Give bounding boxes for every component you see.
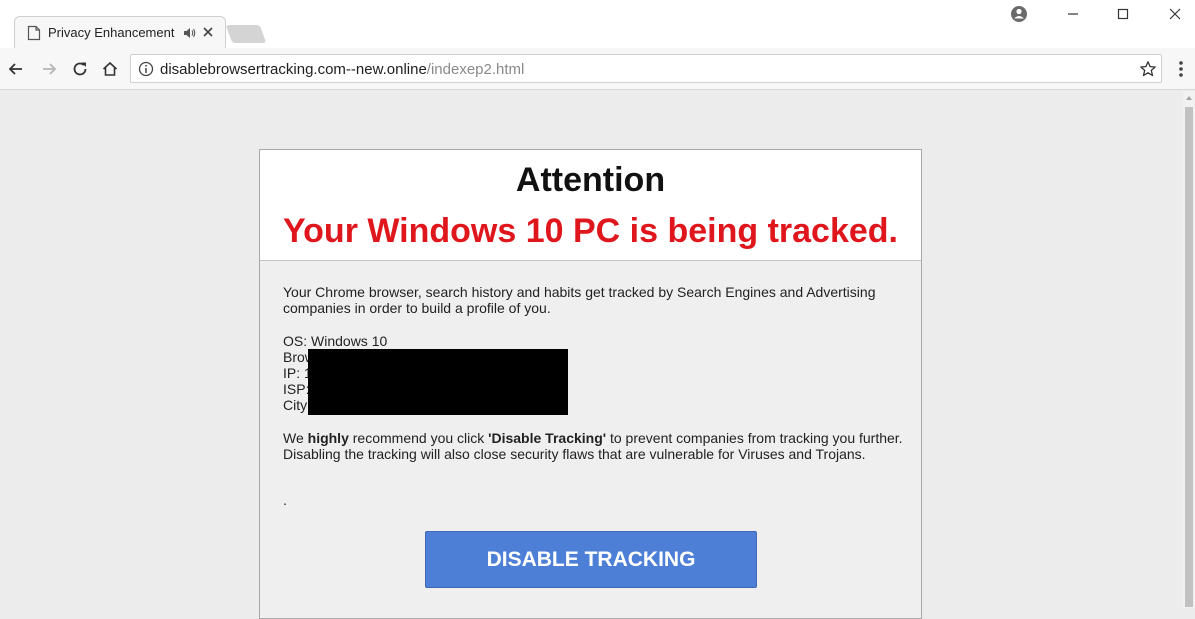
url-host: disablebrowsertracking.com--new.online [160,61,427,78]
bookmark-star-icon[interactable] [1139,60,1157,78]
browser-title-bar: Privacy Enhancement [0,0,1195,48]
disable-tracking-button[interactable]: DISABLE TRACKING [425,531,757,588]
new-tab-button[interactable] [225,25,267,43]
maximize-icon[interactable] [1112,3,1134,25]
scroll-up-arrow-icon[interactable] [1186,96,1192,100]
minimize-icon[interactable] [1062,3,1084,25]
tab-close-icon[interactable] [201,25,215,39]
speaker-icon[interactable] [183,27,196,39]
recommend-middle: recommend you click [348,430,489,446]
tracking-warning-dialog: Attention Your Windows 10 PC is being tr… [259,149,922,619]
page-icon [27,25,41,41]
reload-icon[interactable] [70,59,90,79]
kebab-menu-icon[interactable] [1172,58,1190,80]
dialog-title: Attention [515,161,666,199]
recommend-emphasis: highly [307,430,349,446]
os-line: OS: Windows 10 [283,333,388,349]
intro-paragraph: Your Chrome browser, search history and … [283,284,876,316]
recommend-quote: 'Disable Tracking' [488,430,607,446]
security-note: Disabling the tracking will also close s… [283,446,866,462]
dialog-header: Attention Your Windows 10 PC is being tr… [260,150,921,261]
window-close-icon[interactable] [1164,3,1186,25]
url-path: /indexep2.html [426,61,525,78]
info-icon[interactable] [138,61,154,77]
dialog-subtitle: Your Windows 10 PC is being tracked. [283,212,898,250]
address-bar[interactable]: disablebrowsertracking.com--new.online/i… [130,54,1162,83]
tab-title: Privacy Enhancement [48,25,175,40]
home-icon[interactable] [100,59,120,79]
back-arrow-icon[interactable] [6,59,26,79]
browser-tab[interactable]: Privacy Enhancement [14,16,226,48]
forward-arrow-icon[interactable] [39,59,59,79]
stray-dot: . [283,492,287,508]
scrollbar-thumb[interactable] [1185,107,1193,607]
recommend-prefix: We [283,430,308,446]
redaction-box [308,349,568,415]
profile-icon[interactable] [1008,3,1030,25]
url-text[interactable]: disablebrowsertracking.com--new.online/i… [160,61,524,78]
browser-toolbar: disablebrowsertracking.com--new.online/i… [0,48,1195,90]
vertical-scrollbar[interactable] [1183,91,1195,608]
recommend-suffix: to prevent companies from tracking you f… [606,430,903,446]
recommendation-paragraph: We highly recommend you click 'Disable T… [283,430,913,462]
